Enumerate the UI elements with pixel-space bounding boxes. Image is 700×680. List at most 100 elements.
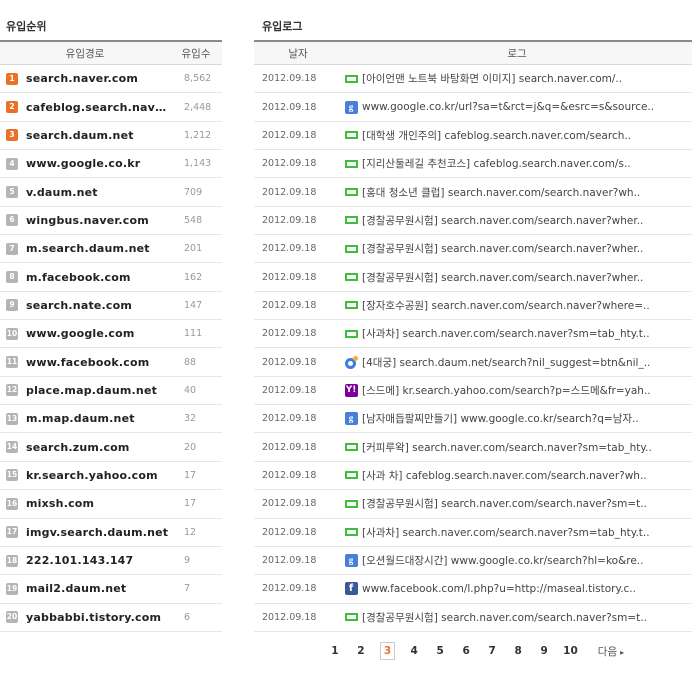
log-row: 2012.09.18 f www.facebook.com/l.php?u=http… (254, 575, 692, 604)
rank-site-link[interactable]: cafeblog.search.naver.com (26, 101, 170, 114)
rank-site-link[interactable]: m.map.daum.net (26, 412, 170, 425)
log-title: 유입로그 (262, 20, 303, 33)
rank-site-link[interactable]: www.google.co.kr (26, 157, 170, 170)
naver-icon (344, 610, 358, 624)
naver-icon (344, 468, 358, 482)
log-row: 2012.09.18 [사과차] search.naver.com/search.… (254, 320, 692, 349)
rank-site-link[interactable]: search.zum.com (26, 441, 170, 454)
log-link[interactable]: [4대궁] search.daum.net/search?nil_suggest… (362, 355, 692, 370)
rank-site-link[interactable]: wingbus.naver.com (26, 214, 170, 227)
rank-row: 2 cafeblog.search.naver.com 2,448 (0, 93, 222, 122)
log-date: 2012.09.18 (262, 271, 317, 283)
page-9-button[interactable]: 9 (537, 645, 551, 657)
rank-count: 9 (184, 555, 191, 567)
rank-count: 1,143 (184, 158, 212, 170)
log-row: 2012.09.18 Y! [스드메] kr.search.yahoo.com/se… (254, 377, 692, 406)
log-link[interactable]: [경찰공무원시험] search.naver.com/search.naver?… (362, 270, 692, 285)
log-row: 2012.09.18 g www.google.co.kr/url?sa=t&rct… (254, 93, 692, 122)
rank-row: 3 search.daum.net 1,212 (0, 122, 222, 151)
rank-site-link[interactable]: 222.101.143.147 (26, 554, 170, 567)
rank-site-link[interactable]: search.daum.net (26, 129, 170, 142)
facebook-icon: f (344, 582, 358, 596)
log-date: 2012.09.18 (262, 299, 317, 311)
rank-count: 8,562 (184, 73, 212, 85)
log-link[interactable]: [커피루왁] search.naver.com/search.naver?sm=… (362, 440, 692, 455)
log-link[interactable]: [경찰공무원시험] search.naver.com/search.naver?… (362, 241, 692, 256)
rank-count: 88 (184, 356, 197, 368)
log-date: 2012.09.18 (262, 413, 317, 425)
naver-icon (344, 525, 358, 539)
log-row: 2012.09.18 [커피루왁] search.naver.com/search… (254, 433, 692, 462)
yahoo-icon: Y! (344, 383, 358, 397)
rank-row: 8 m.facebook.com 162 (0, 263, 222, 292)
log-table: 날자 로그 2012.09.18 [아이언맨 노트북 바탕화면 이미지] sear… (254, 40, 692, 632)
rank-row: 10 www.google.com 111 (0, 320, 222, 349)
log-col-date: 날자 (288, 47, 308, 60)
log-link[interactable]: [오션월드대장시간] www.google.co.kr/search?hl=ko… (362, 553, 692, 568)
rank-col-count: 유입수 (181, 47, 211, 60)
naver-icon (344, 128, 358, 142)
rank-site-link[interactable]: search.nate.com (26, 299, 170, 312)
page-2-button[interactable]: 2 (354, 645, 368, 657)
rank-site-link[interactable]: m.facebook.com (26, 271, 170, 284)
rank-count: 147 (184, 299, 203, 311)
rank-row: 9 search.nate.com 147 (0, 292, 222, 321)
naver-icon (344, 298, 358, 312)
rank-site-link[interactable]: yabbabbi.tistory.com (26, 611, 170, 624)
log-link[interactable]: www.facebook.com/l.php?u=http://maseal.t… (362, 583, 692, 595)
log-date: 2012.09.18 (262, 356, 317, 368)
page-7-button[interactable]: 7 (485, 645, 499, 657)
rank-site-link[interactable]: m.search.daum.net (26, 242, 170, 255)
rank-number-badge: 16 (6, 497, 18, 510)
google-icon: g (344, 554, 358, 568)
log-link[interactable]: [경찰공무원시험] search.naver.com/search.naver?… (362, 610, 692, 625)
log-link[interactable]: [경찰공무원시험] search.naver.com/search.naver?… (362, 496, 692, 511)
page-8-button[interactable]: 8 (511, 645, 525, 657)
log-link[interactable]: [사과차] search.naver.com/search.naver?sm=t… (362, 326, 692, 341)
log-link[interactable]: [경찰공무원시험] search.naver.com/search.naver?… (362, 213, 692, 228)
log-date: 2012.09.18 (262, 101, 317, 113)
rank-count: 162 (184, 271, 203, 283)
rank-count: 548 (184, 214, 203, 226)
log-date: 2012.09.18 (262, 498, 317, 510)
page-6-button[interactable]: 6 (459, 645, 473, 657)
page-3-button[interactable]: 3 (379, 642, 396, 660)
log-row: 2012.09.18 [경찰공무원시험] search.naver.com/sea… (254, 235, 692, 264)
page-list: 1 2 3 4 5 6 7 8 9 10 (322, 642, 584, 660)
page-5-button[interactable]: 5 (433, 645, 447, 657)
rank-site-link[interactable]: www.facebook.com (26, 356, 170, 369)
page-1-button[interactable]: 1 (328, 645, 342, 657)
naver-icon (344, 327, 358, 341)
next-page-button[interactable]: 다음 ▸ (598, 644, 624, 659)
rank-number-badge: 11 (6, 356, 18, 369)
log-link[interactable]: [아이언맨 노트북 바탕화면 이미지] search.naver.com/.. (362, 71, 692, 86)
rank-site-link[interactable]: imgv.search.daum.net (26, 526, 170, 539)
rank-site-link[interactable]: mixsh.com (26, 497, 170, 510)
rank-site-link[interactable]: place.map.daum.net (26, 384, 170, 397)
rank-number-badge: 7 (6, 242, 18, 255)
rank-row: 16 mixsh.com 17 (0, 490, 222, 519)
page-4-button[interactable]: 4 (407, 645, 421, 657)
page-10-button[interactable]: 10 (563, 645, 578, 657)
log-link[interactable]: [대학생 개인주의] cafeblog.search.naver.com/sea… (362, 128, 692, 143)
rank-site-link[interactable]: kr.search.yahoo.com (26, 469, 170, 482)
rank-site-link[interactable]: www.google.com (26, 327, 170, 340)
rank-number-badge: 2 (6, 101, 18, 114)
log-link[interactable]: [스드메] kr.search.yahoo.com/search?p=스드메&f… (362, 383, 692, 398)
pagination: 1 2 3 4 5 6 7 8 9 10 다음 ▸ (254, 642, 692, 660)
chevron-right-icon: ▸ (620, 647, 625, 657)
log-link[interactable]: [남자매듭팔찌만들기] www.google.co.kr/search?q=남자… (362, 411, 692, 426)
rank-number-badge: 17 (6, 526, 18, 539)
log-link[interactable]: [사과 차] cafeblog.search.naver.com/search.… (362, 468, 692, 483)
rank-site-link[interactable]: mail2.daum.net (26, 582, 170, 595)
rank-site-link[interactable]: v.daum.net (26, 186, 170, 199)
log-link[interactable]: [홍대 청소년 클럽] search.naver.com/search.nave… (362, 185, 692, 200)
rank-site-link[interactable]: search.naver.com (26, 72, 170, 85)
log-link[interactable]: www.google.co.kr/url?sa=t&rct=j&q=&esrc=… (362, 101, 692, 113)
rank-row: 18 222.101.143.147 9 (0, 547, 222, 576)
log-link[interactable]: [사과차] search.naver.com/search.naver?sm=t… (362, 525, 692, 540)
rank-count: 17 (184, 469, 197, 481)
log-link[interactable]: [지리산둘레길 추천코스] cafeblog.search.naver.com/… (362, 156, 692, 171)
log-date: 2012.09.18 (262, 441, 317, 453)
log-link[interactable]: [장자호수공원] search.naver.com/search.naver?w… (362, 298, 692, 313)
